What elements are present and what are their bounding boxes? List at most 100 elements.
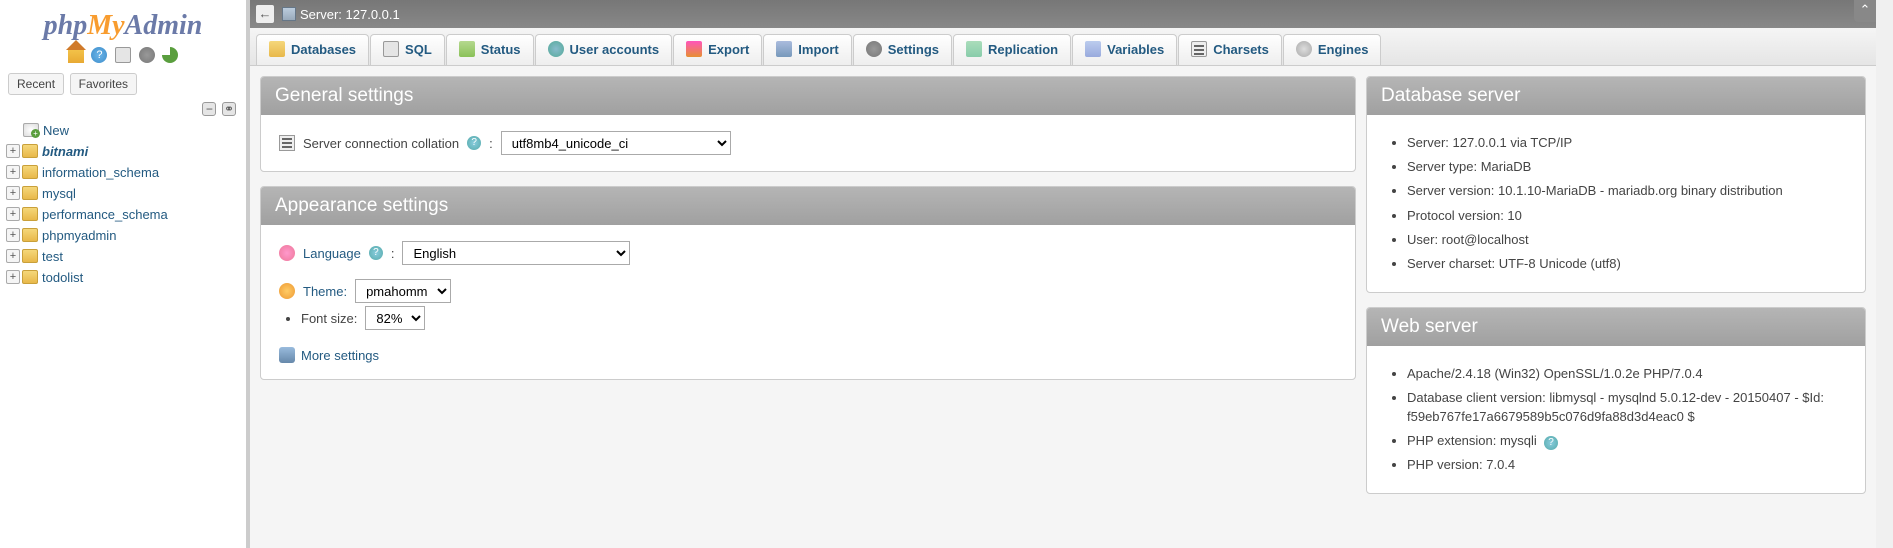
link-icon[interactable]: ⚭ xyxy=(222,102,236,116)
logo-my: My xyxy=(87,10,124,41)
tree-label: todolist xyxy=(42,270,83,285)
theme-select[interactable]: pmahomme xyxy=(355,279,451,303)
databases-icon xyxy=(269,41,285,57)
fontsize-select[interactable]: 82% xyxy=(365,306,425,330)
info-item: PHP extension: mysqli ? xyxy=(1407,429,1847,453)
tab-status[interactable]: Status xyxy=(446,34,534,65)
hint-icon[interactable]: ? xyxy=(467,136,481,150)
info-item: User: root@localhost xyxy=(1407,228,1847,252)
expand-icon[interactable]: + xyxy=(6,165,20,179)
home-icon[interactable] xyxy=(68,47,84,63)
collapse-panel-icon[interactable]: ⌃ xyxy=(1854,0,1876,22)
export-icon xyxy=(686,41,702,57)
new-database-icon xyxy=(23,123,39,137)
web-server-panel: Web server Apache/2.4.18 (Win32) OpenSSL… xyxy=(1366,307,1866,494)
tree-new[interactable]: New xyxy=(6,120,240,141)
charsets-icon xyxy=(1191,41,1207,57)
variables-icon xyxy=(1085,41,1101,57)
panel-title: Web server xyxy=(1367,308,1865,346)
tab-replication[interactable]: Replication xyxy=(953,34,1071,65)
user-accounts-icon xyxy=(548,41,564,57)
tab-settings[interactable]: Settings xyxy=(853,34,952,65)
expand-icon[interactable]: + xyxy=(6,228,20,242)
info-item: Apache/2.4.18 (Win32) OpenSSL/1.0.2e PHP… xyxy=(1407,362,1847,386)
sql-icon[interactable] xyxy=(115,47,131,63)
expand-icon[interactable]: + xyxy=(6,144,20,158)
theme-icon xyxy=(279,283,295,299)
info-item: Database client version: libmysql - mysq… xyxy=(1407,386,1847,428)
tab-engines[interactable]: Engines xyxy=(1283,34,1382,65)
panel-title: Database server xyxy=(1367,77,1865,115)
collation-select[interactable]: utf8mb4_unicode_ci xyxy=(501,131,731,155)
info-item: Server: 127.0.0.1 via TCP/IP xyxy=(1407,131,1847,155)
appearance-settings-panel: Appearance settings Language ?: English xyxy=(260,186,1356,380)
server-icon xyxy=(282,7,296,21)
general-settings-panel: General settings Server connection colla… xyxy=(260,76,1356,172)
hint-icon[interactable]: ? xyxy=(369,246,383,260)
database-server-panel: Database server Server: 127.0.0.1 via TC… xyxy=(1366,76,1866,293)
logo[interactable]: phpMyAdmin xyxy=(0,4,246,44)
tab-import[interactable]: Import xyxy=(763,34,851,65)
language-icon xyxy=(279,245,295,261)
sidebar-toolbar: ? xyxy=(0,44,246,69)
back-icon[interactable]: ← xyxy=(256,5,274,23)
gear-icon[interactable] xyxy=(139,47,155,63)
top-tabs: Databases SQL Status User accounts Expor… xyxy=(250,28,1876,66)
settings-icon xyxy=(866,41,882,57)
tree-collapse-controls: − ⚭ xyxy=(0,99,246,118)
database-icon xyxy=(22,186,38,200)
database-icon xyxy=(22,144,38,158)
logo-php: php xyxy=(44,10,88,41)
tree-item-phpmyadmin[interactable]: + phpmyadmin xyxy=(6,225,240,246)
tree-label: information_schema xyxy=(42,165,159,180)
tree-item-bitnami[interactable]: + bitnami xyxy=(6,141,240,162)
tree-new-label: New xyxy=(43,123,69,138)
breadcrumb-bar: ← Server: 127.0.0.1 ⌃ xyxy=(250,0,1876,28)
tab-export[interactable]: Export xyxy=(673,34,762,65)
tab-user-accounts[interactable]: User accounts xyxy=(535,34,673,65)
tree-item-performance-schema[interactable]: + performance_schema xyxy=(6,204,240,225)
info-item: Server type: MariaDB xyxy=(1407,155,1847,179)
database-icon xyxy=(22,249,38,263)
tab-databases[interactable]: Databases xyxy=(256,34,369,65)
expand-icon[interactable]: + xyxy=(6,207,20,221)
replication-icon xyxy=(966,41,982,57)
fontsize-label: Font size: xyxy=(301,311,357,326)
logo-admin: Admin xyxy=(125,10,203,41)
hint-icon[interactable]: ? xyxy=(1544,436,1558,450)
more-settings-link[interactable]: More settings xyxy=(301,348,379,363)
info-item: PHP version: 7.0.4 xyxy=(1407,453,1847,477)
info-item: Server charset: UTF-8 Unicode (utf8) xyxy=(1407,252,1847,276)
tree-label: bitnami xyxy=(42,144,88,159)
expand-icon[interactable]: + xyxy=(6,186,20,200)
tree-item-mysql[interactable]: + mysql xyxy=(6,183,240,204)
fontsize-row: Font size: 82% xyxy=(301,306,1337,330)
refresh-icon[interactable] xyxy=(162,47,178,63)
expand-icon[interactable]: + xyxy=(6,270,20,284)
tab-sql[interactable]: SQL xyxy=(370,34,445,65)
language-label[interactable]: Language xyxy=(303,246,361,261)
tree-item-todolist[interactable]: + todolist xyxy=(6,267,240,288)
tab-variables[interactable]: Variables xyxy=(1072,34,1177,65)
engines-icon xyxy=(1296,41,1312,57)
web-server-list: Apache/2.4.18 (Win32) OpenSSL/1.0.2e PHP… xyxy=(1385,362,1847,477)
collapse-icon[interactable]: − xyxy=(202,102,216,116)
expand-icon[interactable]: + xyxy=(6,249,20,263)
tree-label: test xyxy=(42,249,63,264)
tab-charsets[interactable]: Charsets xyxy=(1178,34,1282,65)
sidebar: phpMyAdmin ? Recent Favorites − ⚭ New + xyxy=(0,0,246,548)
more-settings-row: More settings xyxy=(279,347,1337,363)
recent-button[interactable]: Recent xyxy=(8,73,64,95)
collation-label: Server connection collation xyxy=(303,136,459,151)
language-select[interactable]: English xyxy=(402,241,630,265)
theme-label[interactable]: Theme: xyxy=(303,284,347,299)
help-icon[interactable]: ? xyxy=(91,47,107,63)
tree-item-information-schema[interactable]: + information_schema xyxy=(6,162,240,183)
info-item: Server version: 10.1.10-MariaDB - mariad… xyxy=(1407,179,1847,203)
tree-item-test[interactable]: + test xyxy=(6,246,240,267)
breadcrumb-server[interactable]: Server: 127.0.0.1 xyxy=(300,7,400,22)
panel-title: Appearance settings xyxy=(261,187,1355,225)
favorites-button[interactable]: Favorites xyxy=(70,73,137,95)
vertical-scrollbar[interactable] xyxy=(1876,0,1893,548)
status-icon xyxy=(459,41,475,57)
